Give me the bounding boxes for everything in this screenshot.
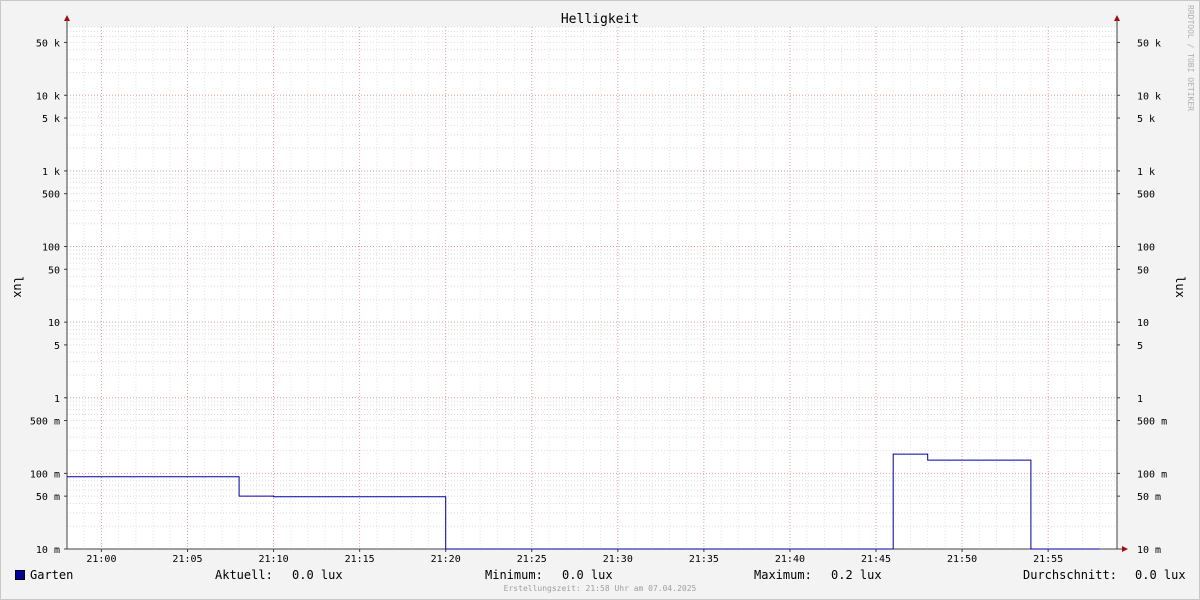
y-tick-label-left: 10 <box>48 318 60 329</box>
plot-area <box>67 27 1117 549</box>
y-tick-label-left: 10 k <box>36 91 60 102</box>
y-axis-label-right: lux <box>1173 276 1187 298</box>
x-axis-arrow <box>1122 546 1128 552</box>
y-tick-label-right: 500 <box>1137 190 1155 201</box>
x-tick-label: 21:55 <box>1033 554 1063 565</box>
y-tick-label-left: 100 <box>42 243 60 254</box>
x-ticks: 21:00 21:05 21:10 21:15 21:20 21:25 21:30 21:35… <box>86 549 1063 565</box>
y-tick-label-right: 1 <box>1137 394 1143 405</box>
brightness-chart: 50 k 10 k 5 k 1 k 500 100 50 10 5 1 500 m 100 m 50 m… <box>11 5 1195 565</box>
y-tick-label-right: 50 <box>1137 265 1149 276</box>
y-axis-left-arrow <box>64 15 70 21</box>
y-tick-label-right: 500 m <box>1137 417 1167 428</box>
legend-max-value: 0.2 lux <box>831 568 882 582</box>
y-tick-label-right: 100 <box>1137 243 1155 254</box>
y-tick-label-left: 5 <box>54 341 60 352</box>
y-tick-label-left: 500 <box>42 190 60 201</box>
y-axis-label-left: lux <box>11 276 25 298</box>
x-tick-label: 21:05 <box>172 554 202 565</box>
y-tick-label-right: 1 k <box>1137 167 1155 178</box>
chart-title: Helligkeit <box>561 12 639 27</box>
x-tick-label: 21:20 <box>431 554 461 565</box>
legend-avg-label: Durchschnitt: <box>1023 568 1117 582</box>
y-tick-label-right: 10 k <box>1137 91 1161 102</box>
y-tick-label-left: 50 k <box>36 38 60 49</box>
y-tick-label-left: 500 m <box>30 417 60 428</box>
legend-current-label: Aktuell: <box>215 568 273 582</box>
y-tick-label-right: 10 m <box>1137 545 1161 556</box>
x-tick-label: 21:40 <box>775 554 805 565</box>
y-tick-label-right: 10 <box>1137 318 1149 329</box>
legend-max-label: Maximum: <box>754 568 812 582</box>
x-tick-label: 21:50 <box>947 554 977 565</box>
y-tick-label-left: 5 k <box>42 114 60 125</box>
y-tick-label-right: 5 k <box>1137 114 1155 125</box>
y-tick-label-left: 50 <box>48 265 60 276</box>
legend-swatch <box>15 570 25 580</box>
legend-min-value: 0.0 lux <box>562 568 613 582</box>
y-tick-label-left: 10 m <box>36 545 60 556</box>
y-tick-label-left: 100 m <box>30 469 60 480</box>
y-ticks-left: 50 k 10 k 5 k 1 k 500 100 50 10 5 1 500 m 100 m 50 m… <box>30 38 67 556</box>
creation-time-footer: Erstellungszeit: 21:58 Uhr am 07.04.2025 <box>503 584 697 593</box>
x-tick-label: 21:00 <box>86 554 116 565</box>
x-tick-label: 21:45 <box>861 554 891 565</box>
x-tick-label: 21:25 <box>517 554 547 565</box>
y-tick-label-left: 50 m <box>36 492 60 503</box>
legend-avg-value: 0.0 lux <box>1135 568 1186 582</box>
grid <box>66 26 1118 550</box>
y-tick-label-right: 5 <box>1137 341 1143 352</box>
y-axis-right-arrow <box>1114 15 1120 21</box>
y-tick-label-right: 50 m <box>1137 492 1161 503</box>
legend-series-name: Garten <box>30 568 74 582</box>
legend-current-value: 0.0 lux <box>292 568 343 582</box>
y-tick-label-right: 100 m <box>1137 469 1167 480</box>
y-ticks-right: 50 k 10 k 5 k 1 k 500 100 50 10 5 1 500 m 100 m 50 m… <box>1117 38 1167 556</box>
y-tick-label-right: 50 k <box>1137 38 1161 49</box>
x-tick-label: 21:30 <box>603 554 633 565</box>
x-tick-label: 21:35 <box>689 554 719 565</box>
legend-min-label: Minimum: <box>485 568 543 582</box>
y-tick-label-left: 1 <box>54 394 60 405</box>
x-tick-label: 21:10 <box>259 554 289 565</box>
x-tick-label: 21:15 <box>345 554 375 565</box>
y-tick-label-left: 1 k <box>42 167 60 178</box>
watermark: RRDTOOL / TOBI OETIKER <box>1186 5 1195 111</box>
